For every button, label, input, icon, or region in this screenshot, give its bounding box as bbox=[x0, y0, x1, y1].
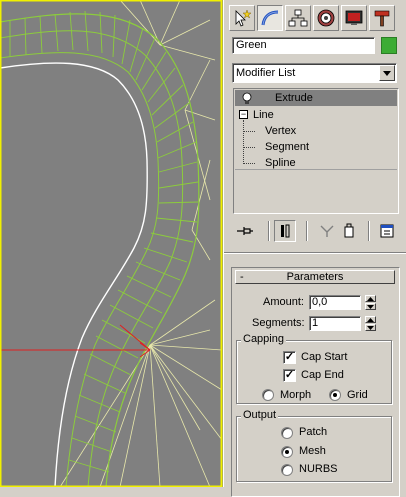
configure-sets-icon bbox=[380, 224, 394, 238]
end-result-icon bbox=[281, 224, 290, 238]
display-tab[interactable] bbox=[341, 5, 367, 31]
object-color-swatch[interactable] bbox=[381, 37, 397, 54]
stack-item-label: Vertex bbox=[265, 125, 297, 137]
morph-label: Morph bbox=[280, 389, 312, 401]
configure-modifier-sets-button[interactable] bbox=[376, 220, 398, 242]
parameters-rollout-header[interactable]: - Parameters bbox=[235, 270, 395, 284]
stack-item-label: Extrude bbox=[275, 92, 313, 104]
lightbulb-icon[interactable] bbox=[242, 92, 252, 104]
command-panel: Green Modifier List Extrude − Line Verte… bbox=[223, 0, 406, 497]
nurbs-radio[interactable] bbox=[281, 464, 293, 476]
parameters-rollout: - Parameters Amount: 0,0 Segments: 1 Cap… bbox=[231, 267, 400, 497]
capping-group: Capping ✓ Cap Start ✓ Cap End Morph Grid bbox=[236, 333, 392, 404]
panel-divider bbox=[224, 252, 406, 254]
viewport-mesh bbox=[0, 0, 223, 487]
display-monitor-icon bbox=[345, 10, 363, 25]
mesh-label: Mesh bbox=[299, 445, 326, 457]
make-unique-button[interactable] bbox=[316, 220, 338, 242]
amount-label: Amount: bbox=[263, 296, 304, 308]
patch-label: Patch bbox=[299, 426, 328, 438]
hierarchy-icon bbox=[288, 9, 308, 27]
mesh-radio[interactable] bbox=[281, 446, 293, 458]
modifier-list-dropdown[interactable]: Modifier List bbox=[232, 63, 397, 83]
tree-line bbox=[243, 120, 245, 162]
modifier-list-value: Modifier List bbox=[236, 67, 296, 79]
trash-icon bbox=[344, 223, 354, 238]
nurbs-label: NURBS bbox=[299, 463, 338, 475]
make-unique-icon bbox=[320, 225, 334, 237]
grid-radio[interactable] bbox=[329, 389, 341, 401]
hammer-icon bbox=[374, 10, 390, 27]
object-name-field[interactable]: Green bbox=[232, 37, 375, 54]
cap-start-label: Cap Start bbox=[301, 351, 348, 363]
stack-item-extrude[interactable]: Extrude bbox=[235, 90, 397, 106]
segments-field[interactable]: 1 bbox=[309, 316, 361, 331]
amount-spinner[interactable] bbox=[365, 295, 376, 310]
remove-modifier-button[interactable] bbox=[338, 220, 360, 242]
rollout-title: Parameters bbox=[286, 271, 344, 283]
pointer-star-icon bbox=[235, 9, 252, 27]
show-end-result-button[interactable] bbox=[274, 220, 296, 242]
chevron-down-icon[interactable] bbox=[379, 65, 395, 81]
grid-label: Grid bbox=[347, 389, 368, 401]
output-group-title: Output bbox=[241, 409, 279, 421]
modify-tab[interactable] bbox=[257, 5, 283, 31]
cap-end-label: Cap End bbox=[301, 369, 344, 381]
stack-item-label: Segment bbox=[265, 141, 310, 153]
collapse-toggle-icon[interactable]: − bbox=[239, 110, 248, 119]
utilities-tab[interactable] bbox=[369, 5, 395, 31]
segments-spinner[interactable] bbox=[365, 316, 376, 331]
stack-item-label: Line bbox=[253, 109, 274, 121]
pin-stack-button[interactable] bbox=[234, 220, 256, 242]
patch-radio[interactable] bbox=[281, 427, 293, 439]
stack-separator bbox=[235, 169, 397, 170]
output-group: Output Patch Mesh NURBS bbox=[236, 409, 392, 482]
modifier-stack[interactable]: Extrude − Line Vertex Segment Spline bbox=[233, 88, 399, 214]
motion-tab[interactable] bbox=[313, 5, 339, 31]
create-tab[interactable] bbox=[229, 5, 255, 31]
cap-start-checkbox[interactable]: ✓ bbox=[283, 351, 296, 364]
collapse-rollout-icon: - bbox=[240, 271, 244, 283]
segments-label: Segments: bbox=[252, 317, 305, 329]
pin-icon bbox=[237, 227, 253, 235]
modify-curve-icon bbox=[261, 10, 279, 26]
motion-icon bbox=[317, 9, 335, 27]
amount-field[interactable]: 0,0 bbox=[309, 295, 361, 310]
viewport[interactable] bbox=[0, 0, 223, 487]
hierarchy-tab[interactable] bbox=[285, 5, 311, 31]
morph-radio[interactable] bbox=[262, 389, 274, 401]
cap-end-checkbox[interactable]: ✓ bbox=[283, 369, 296, 382]
capping-group-title: Capping bbox=[241, 333, 286, 345]
stack-toolbar bbox=[232, 220, 400, 244]
command-panel-tabs bbox=[229, 5, 395, 33]
